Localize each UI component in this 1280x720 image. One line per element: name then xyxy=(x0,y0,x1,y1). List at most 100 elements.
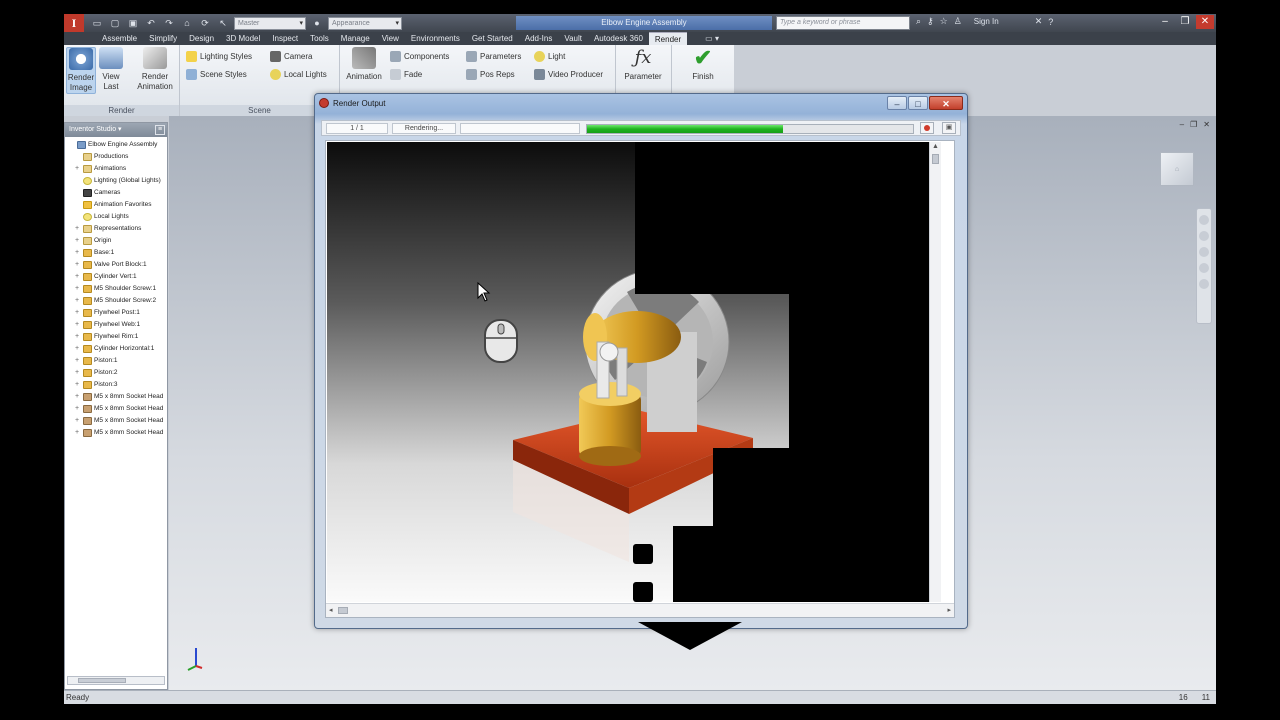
browser-node[interactable]: + Origin xyxy=(67,235,167,247)
browser-node[interactable]: Elbow Engine Assembly xyxy=(67,139,167,151)
browser-scrollbar[interactable] xyxy=(67,676,165,685)
browser-node[interactable]: + Flywheel Web:1 xyxy=(67,319,167,331)
expand-icon[interactable]: + xyxy=(73,283,81,295)
tab-simplify[interactable]: Simplify xyxy=(143,32,183,45)
browser-node[interactable]: Animation Favorites xyxy=(67,199,167,211)
tab-add-ins[interactable]: Add-Ins xyxy=(519,32,559,45)
pos-reps-button[interactable]: Pos Reps xyxy=(466,69,515,80)
scroll-up-icon[interactable]: ▲ xyxy=(930,142,941,152)
close-icon[interactable]: ✕ xyxy=(1196,15,1214,29)
home-icon[interactable]: ⌂ xyxy=(180,17,194,29)
orbit-icon[interactable] xyxy=(1199,263,1209,273)
browser-menu-icon[interactable]: ≡ xyxy=(155,125,165,135)
scroll-left-icon[interactable]: ◂ xyxy=(329,606,333,614)
select-icon[interactable]: ↖ xyxy=(216,17,230,29)
steering-wheel-icon[interactable] xyxy=(1199,215,1209,225)
ribbon-options-icon[interactable]: ▭ ▾ xyxy=(687,32,719,45)
zoom-icon[interactable] xyxy=(1199,247,1209,257)
browser-node[interactable]: Cameras xyxy=(67,187,167,199)
key-icon[interactable]: ⚷ xyxy=(927,16,934,27)
tab-vault[interactable]: Vault xyxy=(558,32,588,45)
expand-icon[interactable]: + xyxy=(73,235,81,247)
restore-icon[interactable]: ❐ xyxy=(1176,15,1194,29)
render-hscroll[interactable]: ◂ ▸ xyxy=(326,603,954,617)
browser-node[interactable]: + Valve Port Block:1 xyxy=(67,259,167,271)
expand-icon[interactable]: + xyxy=(73,319,81,331)
exchange-icon[interactable]: ✕ xyxy=(1035,16,1043,27)
expand-icon[interactable]: + xyxy=(73,295,81,307)
camera-button[interactable]: Camera xyxy=(270,51,312,62)
tab-inspect[interactable]: Inspect xyxy=(266,32,304,45)
render-image-button[interactable]: Render Image xyxy=(66,47,96,94)
expand-icon[interactable]: + xyxy=(73,391,81,403)
tab-3d-model[interactable]: 3D Model xyxy=(220,32,266,45)
scroll-right-icon[interactable]: ▸ xyxy=(947,606,951,614)
expand-icon[interactable]: + xyxy=(73,259,81,271)
expand-icon[interactable]: + xyxy=(73,367,81,379)
browser-node[interactable]: + M5 Shoulder Screw:2 xyxy=(67,295,167,307)
local-lights-button[interactable]: Local Lights xyxy=(270,69,327,80)
star-icon[interactable]: ☆ xyxy=(940,16,948,27)
expand-icon[interactable]: + xyxy=(73,223,81,235)
tab-render[interactable]: Render xyxy=(648,32,688,45)
browser-node[interactable]: + Representations xyxy=(67,223,167,235)
browser-node[interactable]: + M5 x 8mm Socket Head xyxy=(67,391,167,403)
lighting-styles-button[interactable]: Lighting Styles xyxy=(186,51,252,62)
browser-scroll-thumb[interactable] xyxy=(78,678,126,683)
browser-node[interactable]: + Piston:3 xyxy=(67,379,167,391)
expand-icon[interactable]: + xyxy=(73,331,81,343)
redo-icon[interactable]: ↷ xyxy=(162,17,176,29)
browser-node[interactable]: + Flywheel Post:1 xyxy=(67,307,167,319)
render-vscroll-thumb[interactable] xyxy=(932,154,939,164)
browser-node[interactable]: Lighting (Global Lights) xyxy=(67,175,167,187)
viewcube[interactable]: ⌂ xyxy=(1160,152,1194,186)
sign-in-link[interactable]: Sign In xyxy=(974,17,999,26)
expand-icon[interactable]: + xyxy=(73,403,81,415)
expand-icon[interactable]: + xyxy=(73,307,81,319)
look-at-icon[interactable] xyxy=(1199,279,1209,289)
browser-node[interactable]: + M5 x 8mm Socket Head xyxy=(67,415,167,427)
update-icon[interactable]: ⟳ xyxy=(198,17,212,29)
application-menu-button[interactable]: I xyxy=(64,14,84,32)
render-maximize-icon[interactable]: □ xyxy=(908,96,928,110)
render-output-titlebar[interactable]: Render Output xyxy=(319,98,385,108)
vp-restore-icon[interactable]: ❐ xyxy=(1190,120,1197,129)
browser-node[interactable]: + Flywheel Rim:1 xyxy=(67,331,167,343)
expand-icon[interactable]: + xyxy=(73,163,81,175)
tab-design[interactable]: Design xyxy=(183,32,220,45)
browser-node[interactable]: Local Lights xyxy=(67,211,167,223)
vp-minimize-icon[interactable]: – xyxy=(1180,120,1184,129)
finish-studio-button[interactable]: ✔ Finish xyxy=(678,47,728,82)
render-vscroll[interactable]: ▲ xyxy=(929,142,941,602)
undo-icon[interactable]: ↶ xyxy=(144,17,158,29)
expand-icon[interactable]: + xyxy=(73,427,81,439)
expand-icon[interactable]: + xyxy=(73,379,81,391)
tab-assemble[interactable]: Assemble xyxy=(96,32,143,45)
animation-timeline-button[interactable]: Animation xyxy=(342,47,386,82)
save-icon[interactable]: ▣ xyxy=(126,17,140,29)
light-button[interactable]: Light xyxy=(534,51,565,62)
browser-node[interactable]: + Piston:2 xyxy=(67,367,167,379)
view-last-button[interactable]: View Last xyxy=(98,47,124,92)
browser-node[interactable]: Productions xyxy=(67,151,167,163)
render-animation-button[interactable]: Render Animation xyxy=(134,47,176,92)
appearance-icon[interactable]: ● xyxy=(310,17,324,29)
expand-icon[interactable]: + xyxy=(73,355,81,367)
binoculars-icon[interactable]: ⌕ xyxy=(916,16,921,27)
pan-icon[interactable] xyxy=(1199,231,1209,241)
fade-button[interactable]: Fade xyxy=(390,69,422,80)
expand-icon[interactable]: + xyxy=(73,247,81,259)
navigation-bar[interactable] xyxy=(1196,208,1212,324)
render-minimize-icon[interactable]: – xyxy=(887,96,907,110)
browser-node[interactable]: + M5 Shoulder Screw:1 xyxy=(67,283,167,295)
expand-icon[interactable]: + xyxy=(73,343,81,355)
browser-node[interactable]: + Animations xyxy=(67,163,167,175)
expand-icon[interactable]: + xyxy=(73,415,81,427)
open-icon[interactable]: ▢ xyxy=(108,17,122,29)
render-close-icon[interactable]: ✕ xyxy=(929,96,963,110)
browser-node[interactable]: + Cylinder Horizontal:1 xyxy=(67,343,167,355)
vp-close-icon[interactable]: ✕ xyxy=(1203,120,1210,129)
tab-tools[interactable]: Tools xyxy=(304,32,335,45)
tab-view[interactable]: View xyxy=(376,32,405,45)
tab-get-started[interactable]: Get Started xyxy=(466,32,519,45)
